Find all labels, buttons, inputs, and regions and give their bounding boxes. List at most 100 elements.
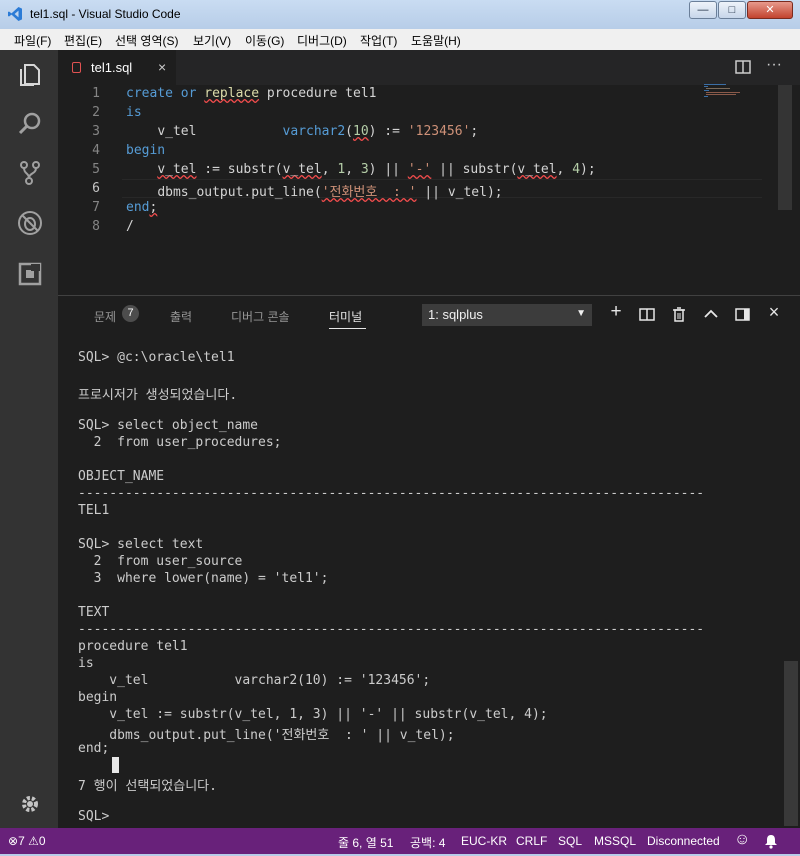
problems-status[interactable]: ⊗7 ⚠0: [8, 834, 46, 848]
terminal-line: end;: [78, 741, 110, 756]
tab-close-button[interactable]: ×: [158, 59, 166, 75]
terminal-line: 2 from user_procedures;: [78, 435, 282, 450]
terminal-line: 3 where lower(name) = 'tel1';: [78, 571, 329, 586]
code-token: 1: [337, 162, 346, 177]
code-token: /: [126, 219, 134, 234]
terminal-line: 2 from user_source: [78, 554, 243, 569]
code-token: '전화번호 : ': [321, 185, 417, 200]
terminal-line: v_tel varchar2(10) := '123456';: [78, 673, 431, 688]
bottom-panel: 문제 7 출력 디버그 콘솔 터미널 1: sqlplus ▼ + × SQL>…: [58, 295, 800, 828]
active-tab-indicator: [329, 328, 366, 329]
source-control-icon[interactable]: [17, 160, 43, 186]
code-token: v_tel: [157, 124, 197, 139]
code-token: 3: [360, 162, 369, 177]
terminal-cursor: [112, 757, 119, 773]
code-token: create: [126, 86, 173, 101]
menu-bar: 파일(F) 편집(E) 선택 영역(S) 보기(V) 이동(G) 디버그(D) …: [0, 29, 800, 51]
window-title: tel1.sql - Visual Studio Code: [30, 7, 181, 21]
code-token: '-': [407, 162, 432, 177]
feedback-smiley-icon[interactable]: ☺: [734, 831, 750, 849]
indentation[interactable]: 공백: 4: [410, 834, 445, 851]
line-ending[interactable]: CRLF: [516, 834, 547, 848]
new-terminal-icon[interactable]: +: [607, 301, 625, 323]
code-token: substr: [462, 162, 510, 177]
editor-scrollbar-thumb[interactable]: [778, 85, 792, 210]
terminal-line: 프로시저가 생성되었습니다.: [78, 388, 238, 403]
extensions-icon[interactable]: [17, 261, 43, 287]
line-number: 5: [92, 162, 100, 177]
connection-status[interactable]: Disconnected: [647, 834, 720, 848]
terminal-line: SQL> select text: [78, 537, 204, 552]
menu-edit[interactable]: 편집(E): [64, 32, 102, 49]
code-line-4: begin: [126, 143, 165, 158]
sql-file-icon: [72, 62, 81, 73]
notifications-bell-icon[interactable]: [764, 834, 778, 849]
tab-problems[interactable]: 문제: [94, 308, 116, 325]
tab-tel1-sql[interactable]: tel1.sql ×: [58, 50, 176, 85]
terminal-line: is: [78, 656, 94, 671]
terminal-scrollbar-thumb[interactable]: [784, 661, 798, 826]
menu-help[interactable]: 도움말(H): [411, 32, 461, 49]
terminal-line: SQL> @c:\oracle\tel1: [78, 350, 235, 365]
menu-debug[interactable]: 디버그(D): [297, 32, 347, 49]
maximize-panel-icon[interactable]: [704, 309, 718, 319]
tab-output[interactable]: 출력: [170, 308, 192, 325]
error-icon: ⊗: [8, 834, 19, 848]
menu-view[interactable]: 보기(V): [193, 32, 231, 49]
code-line-5: v_tel := substr(v_tel, 1, 3) || '-' || s…: [157, 162, 596, 177]
terminal-line: dbms_output.put_line('전화번호 : ' || v_tel)…: [78, 728, 455, 743]
language-mode[interactable]: SQL: [558, 834, 582, 848]
cursor-position[interactable]: 줄 6, 열 51: [338, 834, 393, 851]
code-line-8: /: [126, 219, 134, 234]
split-editor-icon[interactable]: [735, 60, 751, 74]
search-icon[interactable]: [17, 111, 43, 137]
vscode-logo-icon: [8, 7, 22, 21]
line-number: 3: [92, 124, 100, 139]
tab-debug-console[interactable]: 디버그 콘솔: [231, 308, 290, 325]
line-number: 4: [92, 143, 100, 158]
terminal-line: 7 행이 선택되었습니다.: [78, 779, 217, 794]
close-window-button[interactable]: ✕: [747, 1, 793, 19]
problems-count-badge: 7: [122, 305, 139, 322]
terminal-select-dropdown[interactable]: 1: sqlplus ▼: [422, 304, 592, 326]
encoding[interactable]: EUC-KR: [461, 834, 507, 848]
code-line-1: create or replace procedure tel1: [126, 86, 376, 101]
maximize-button[interactable]: □: [718, 1, 746, 19]
explorer-icon[interactable]: [17, 62, 43, 88]
terminal-line: TEXT: [78, 605, 110, 620]
terminal-line: v_tel := substr(v_tel, 1, 3) || '-' || s…: [78, 707, 548, 722]
line-number: 6: [92, 181, 100, 196]
toggle-panel-position-icon[interactable]: [735, 308, 750, 321]
settings-icon[interactable]: [17, 791, 43, 817]
dropdown-caret-icon: ▼: [576, 308, 586, 319]
kill-terminal-trash-icon[interactable]: [672, 307, 686, 322]
line-number: 8: [92, 219, 100, 234]
split-terminal-icon[interactable]: [639, 308, 655, 321]
terminal-line: SQL> select object_name: [78, 418, 259, 433]
code-token: or: [180, 86, 197, 101]
terminal-line: begin: [78, 690, 118, 705]
tab-label: tel1.sql: [91, 60, 133, 75]
code-line-6: dbms_output.put_line('전화번호 : ' || v_tel)…: [157, 185, 503, 200]
tab-terminal[interactable]: 터미널: [329, 308, 362, 325]
menu-selection[interactable]: 선택 영역(S): [115, 32, 179, 49]
terminal-line: procedure tel1: [78, 639, 188, 654]
sql-dialect[interactable]: MSSQL: [594, 834, 636, 848]
close-panel-icon[interactable]: ×: [765, 302, 783, 323]
code-line-3: v_tel varchar2(10) := '123456';: [157, 124, 479, 139]
minimize-button[interactable]: —: [689, 1, 717, 19]
warning-count: 0: [38, 834, 46, 848]
terminal-line: ----------------------------------------…: [78, 486, 705, 501]
menu-tasks[interactable]: 작업(T): [360, 32, 397, 49]
line-number: 2: [92, 105, 100, 120]
menu-go[interactable]: 이동(G): [245, 32, 284, 49]
more-actions-icon[interactable]: ···: [766, 56, 782, 74]
minimap[interactable]: [704, 84, 764, 98]
activity-bar: [0, 50, 58, 828]
code-token: 10: [353, 124, 369, 139]
menu-file[interactable]: 파일(F): [14, 32, 51, 49]
code-token: v_tel: [447, 185, 487, 200]
terminal-line: OBJECT_NAME: [78, 469, 165, 484]
code-token: substr: [227, 162, 275, 177]
debug-icon[interactable]: [17, 210, 43, 236]
